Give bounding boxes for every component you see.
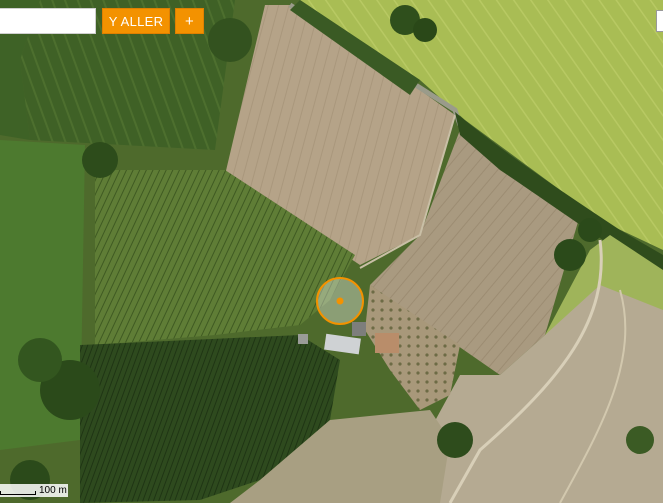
location-marker-icon[interactable]: [316, 277, 364, 325]
search-input[interactable]: [0, 8, 96, 34]
satellite-map[interactable]: [0, 0, 663, 503]
layer-control-icon[interactable]: [656, 10, 663, 32]
scale-bar: 100 m: [0, 484, 68, 497]
scale-bar-line: [0, 491, 36, 495]
add-button[interactable]: +: [175, 8, 204, 34]
go-button[interactable]: Y ALLER: [102, 8, 170, 34]
scale-bar-label: 100 m: [39, 485, 67, 496]
